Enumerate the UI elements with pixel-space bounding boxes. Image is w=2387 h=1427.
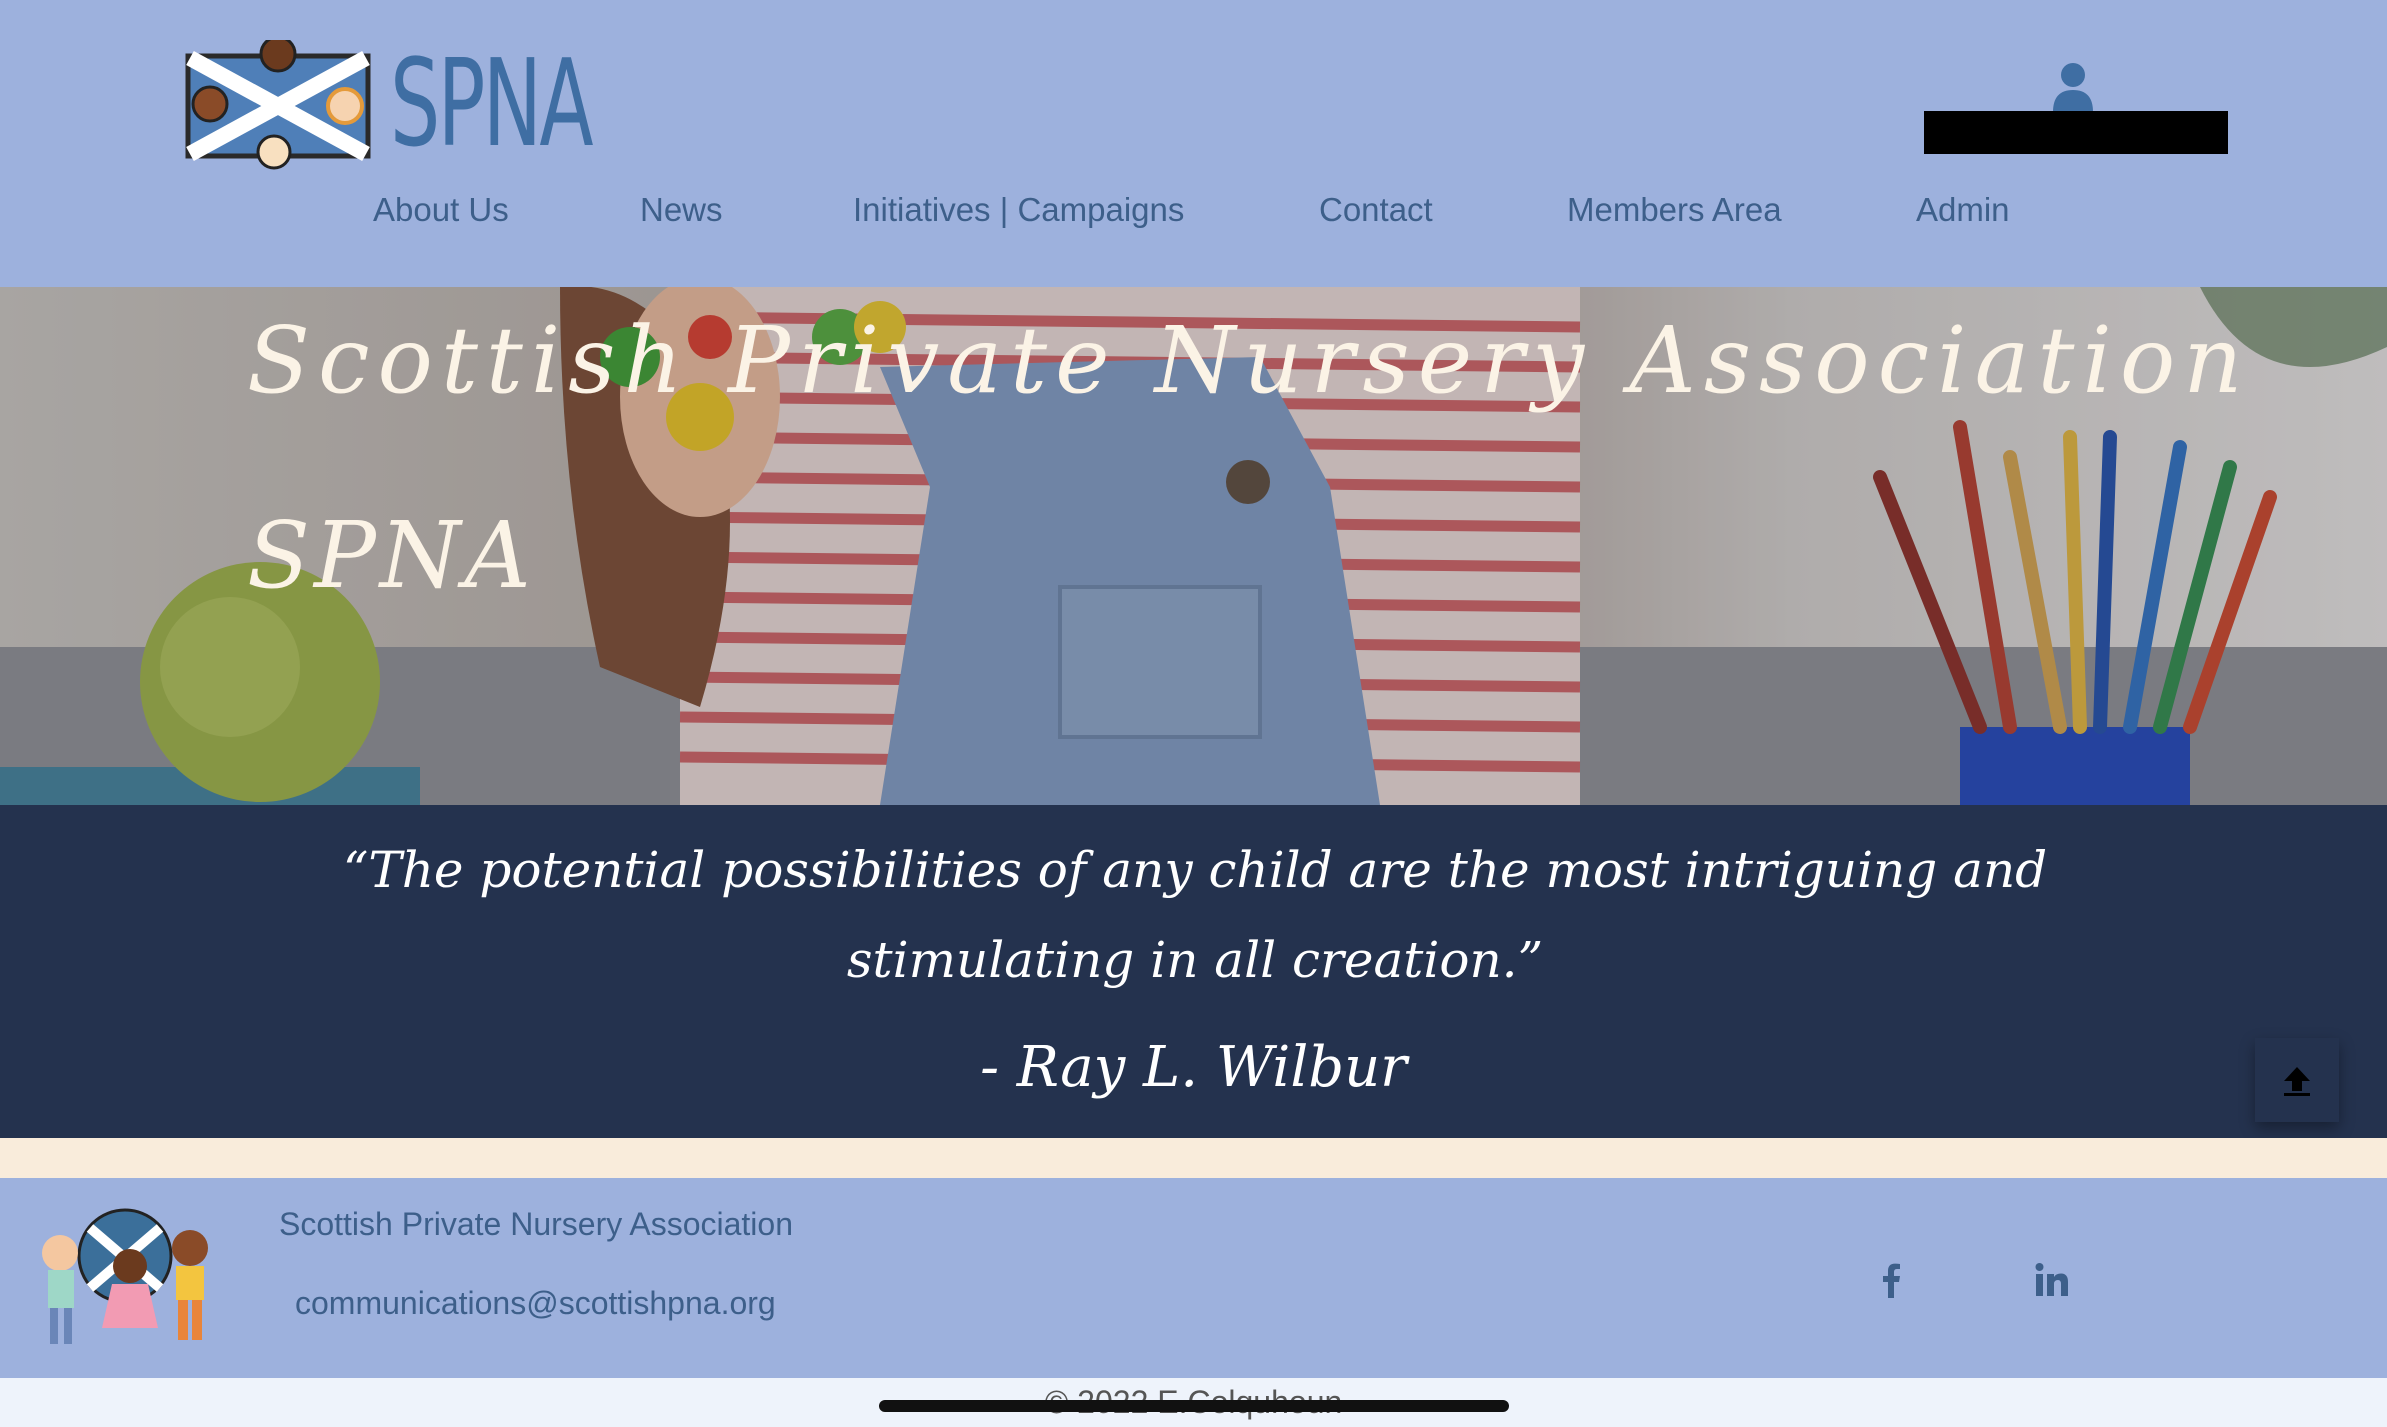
- arrow-up-icon: [2284, 1067, 2310, 1096]
- quote-author: - Ray L. Wilbur: [980, 1035, 1407, 1100]
- quote-text: “The potential possibilities of any chil…: [342, 841, 2048, 989]
- facebook-icon: [1883, 1263, 1900, 1298]
- linkedin-icon: [2035, 1263, 2068, 1296]
- footer-logo-children-icon: [42, 1208, 208, 1344]
- saltire-flag-icon: [185, 40, 371, 170]
- hero-subtitle: SPNA: [247, 502, 535, 609]
- login-label-redacted: [1924, 111, 2228, 154]
- site-header: SPNA About Us News Initiatives | Campaig…: [0, 0, 2387, 287]
- site-footer: Scottish Private Nursery Association com…: [0, 1178, 2387, 1378]
- home-indicator[interactable]: [879, 1400, 1509, 1412]
- nav-admin[interactable]: Admin: [1916, 180, 2010, 240]
- nav-about-us[interactable]: About Us: [373, 180, 509, 240]
- nav-initiatives-campaigns[interactable]: Initiatives | Campaigns: [853, 180, 1184, 240]
- linkedin-link[interactable]: [2032, 1260, 2072, 1300]
- login-button[interactable]: [1924, 58, 2228, 154]
- hero-title: Scottish Private Nursery Association: [247, 307, 2251, 414]
- hero-banner: Scottish Private Nursery Association SPN…: [0, 287, 2387, 805]
- facebook-link[interactable]: [1872, 1260, 1912, 1300]
- logo-text: SPNA: [390, 35, 594, 174]
- section-divider: [0, 1138, 2387, 1178]
- nav-members-area[interactable]: Members Area: [1567, 180, 1782, 240]
- footer-org-name: Scottish Private Nursery Association: [279, 1206, 793, 1242]
- back-to-top-button[interactable]: [2255, 1038, 2339, 1122]
- site-logo[interactable]: SPNA: [180, 40, 620, 170]
- main-nav: About Us News Initiatives | Campaigns Co…: [0, 180, 2387, 240]
- footer-email-link[interactable]: communications@scottishpna.org: [295, 1285, 776, 1322]
- nav-contact[interactable]: Contact: [1319, 180, 1433, 240]
- user-icon: [2053, 63, 2093, 112]
- nav-news[interactable]: News: [640, 180, 723, 240]
- quote-section: “The potential possibilities of any chil…: [0, 805, 2387, 1138]
